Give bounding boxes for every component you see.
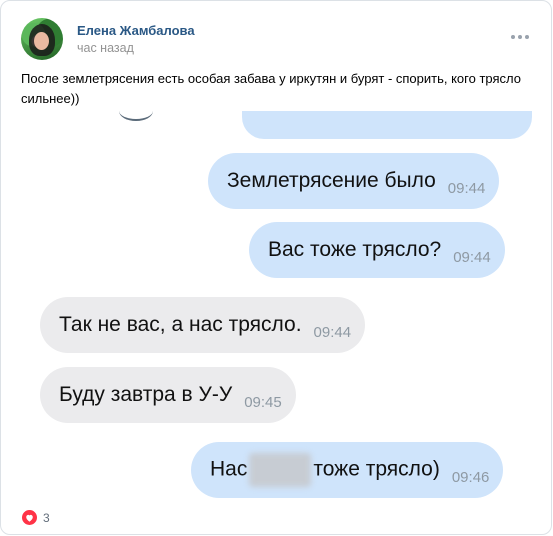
message-text: Землетрясение было bbox=[227, 169, 436, 192]
message-time: 09:45 bbox=[244, 393, 282, 411]
like-count: 3 bbox=[43, 510, 50, 525]
chat-bubble-incoming: Буду завтра в У-У 09:45 bbox=[40, 367, 296, 423]
message-text: Вас тоже трясло? bbox=[268, 238, 442, 261]
message-text-start: Нас bbox=[210, 457, 248, 481]
message-text: Буду завтра в У-У bbox=[59, 383, 233, 406]
message-text-end: тоже трясло) bbox=[313, 457, 440, 481]
cropped-bubble bbox=[242, 111, 532, 139]
message-time: 09:46 bbox=[451, 468, 490, 486]
message-text: Нас тоже трясло) bbox=[210, 453, 440, 487]
chat-bubble-outgoing: Нас тоже трясло) 09:46 bbox=[191, 442, 504, 498]
message-time: 09:44 bbox=[453, 248, 491, 266]
chat-bubble-outgoing: Вас тоже трясло? 09:44 bbox=[249, 222, 505, 278]
post-text: После землетрясения есть особая забава у… bbox=[21, 71, 521, 106]
message-time: 09:44 bbox=[447, 179, 486, 197]
more-dots-icon[interactable] bbox=[511, 35, 529, 39]
chat-bubble-outgoing: Землетрясение было 09:44 bbox=[208, 153, 500, 209]
avatar-face bbox=[34, 32, 49, 50]
message-text: Так не вас, а нас трясло. bbox=[59, 313, 302, 336]
chat-screenshot-image[interactable]: Землетрясение было 09:44 Вас тоже трясло… bbox=[21, 111, 534, 501]
blurred-word bbox=[249, 453, 312, 487]
dot bbox=[511, 35, 515, 39]
cropped-avatar bbox=[119, 111, 153, 121]
post-time[interactable]: час назад bbox=[77, 41, 134, 55]
message-time: 09:44 bbox=[313, 323, 352, 341]
like-button[interactable]: 3 bbox=[22, 510, 50, 525]
chat-bubble-incoming: Так не вас, а нас трясло. 09:44 bbox=[40, 297, 366, 353]
heart-icon bbox=[22, 510, 37, 525]
author-avatar[interactable] bbox=[21, 18, 63, 60]
author-name[interactable]: Елена Жамбалова bbox=[77, 23, 195, 38]
post-card: Елена Жамбалова час назад После землетря… bbox=[0, 0, 552, 535]
dot bbox=[525, 35, 529, 39]
dot bbox=[518, 35, 522, 39]
